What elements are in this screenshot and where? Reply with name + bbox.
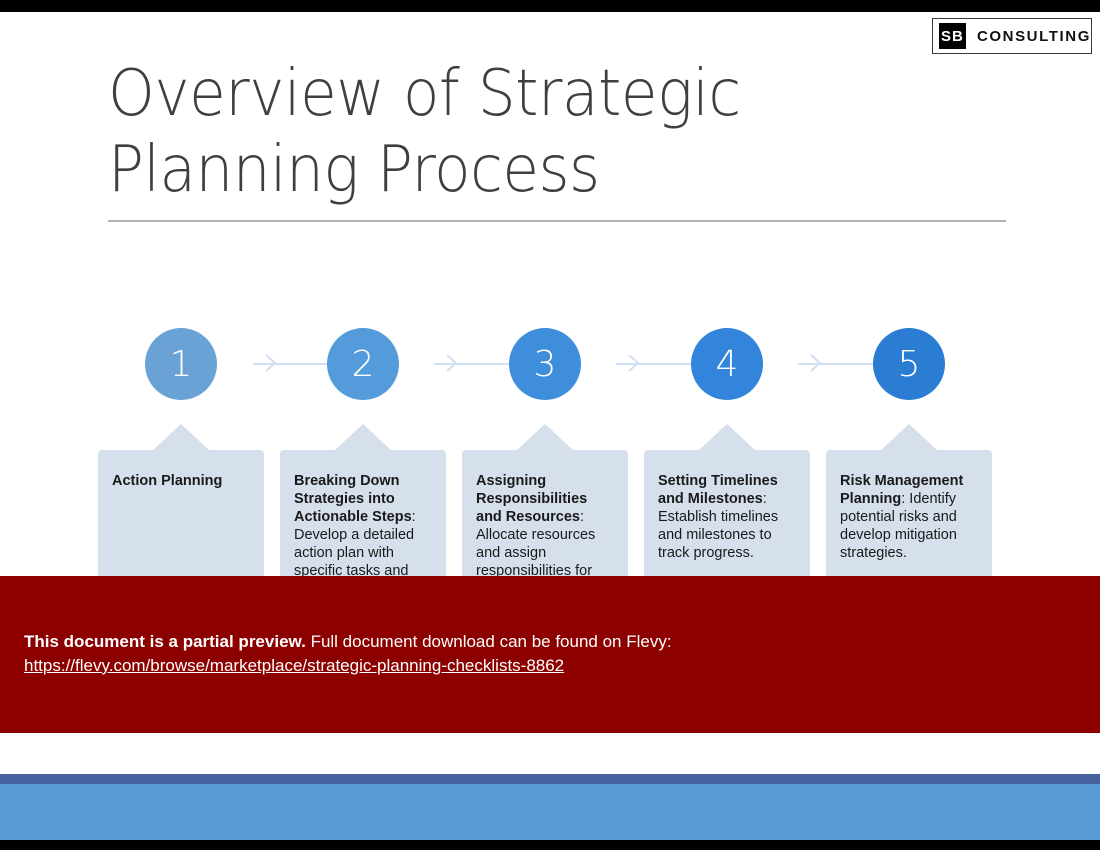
slide-canvas: SB CONSULTING Overview of Strategic Plan… <box>0 0 1100 850</box>
step-notch-4 <box>697 424 757 452</box>
preview-message-rest: Full document download can be found on F… <box>305 632 672 651</box>
step-number-2: 2 <box>351 343 375 385</box>
step-number-4: 4 <box>715 343 739 385</box>
step-box-2[interactable]: Breaking Down Strategies into Actionable… <box>280 450 446 580</box>
preview-message: This document is a partial preview. Full… <box>24 632 672 652</box>
footer-dark-blue-band <box>0 774 1100 784</box>
step-notch-2 <box>333 424 393 452</box>
step-box-3[interactable]: Assigning Responsibilities and Resources… <box>462 450 628 580</box>
preview-message-bold: This document is a partial preview. <box>24 632 306 651</box>
step-box-5[interactable]: Risk Management Planning: Identify poten… <box>826 450 992 580</box>
chevron-right-icon-4 <box>809 353 822 373</box>
preview-url-link[interactable]: https://flevy.com/browse/marketplace/str… <box>24 656 564 676</box>
chevron-right-icon-2 <box>445 353 458 373</box>
step-circle-5[interactable]: 5 <box>873 328 945 400</box>
chevron-right-icon-3 <box>627 353 640 373</box>
partial-preview-banner: This document is a partial preview. Full… <box>0 576 1100 733</box>
bottom-black-bar <box>0 840 1100 850</box>
step-circle-1[interactable]: 1 <box>145 328 217 400</box>
step-circle-4[interactable]: 4 <box>691 328 763 400</box>
step-number-1: 1 <box>169 343 193 385</box>
step-circle-2[interactable]: 2 <box>327 328 399 400</box>
step-circle-3[interactable]: 3 <box>509 328 581 400</box>
step-notch-1 <box>151 424 211 452</box>
step-number-5: 5 <box>897 343 921 385</box>
step-heading-3: Assigning Responsibilities and Resources <box>476 473 588 525</box>
step-heading-4: Setting Timelines and Milestones <box>658 473 778 507</box>
step-notch-3 <box>515 424 575 452</box>
footer-light-blue-band <box>0 784 1100 840</box>
step-heading-1: Action Planning <box>112 473 223 489</box>
step-box-4[interactable]: Setting Timelines and Milestones: Establ… <box>644 450 810 580</box>
step-heading-2: Breaking Down Strategies into Actionable… <box>294 473 412 525</box>
chevron-right-icon-1 <box>264 353 277 373</box>
step-number-3: 3 <box>533 343 557 385</box>
step-box-1[interactable]: Action Planning <box>98 450 264 580</box>
step-notch-5 <box>879 424 939 452</box>
